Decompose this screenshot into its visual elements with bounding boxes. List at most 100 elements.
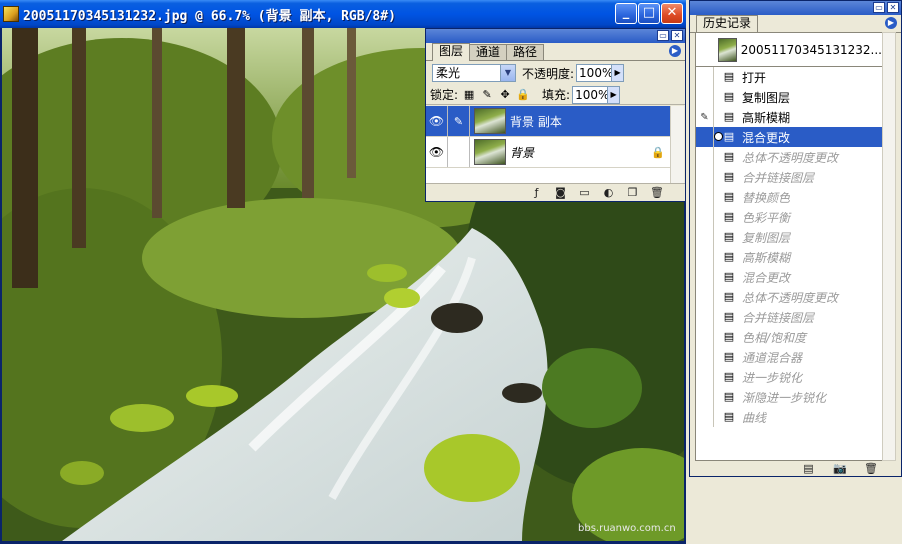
history-item-label: 进一步锐化	[742, 370, 803, 385]
history-source-slot[interactable]	[696, 207, 714, 227]
layer-thumbnail	[474, 108, 506, 134]
history-source-slot[interactable]	[696, 167, 714, 187]
layer-style-icon[interactable]: ƒ	[530, 186, 543, 199]
tab-history[interactable]: 历史记录	[696, 15, 759, 33]
history-item-label: 混合更改	[742, 130, 791, 145]
palette-close-button[interactable]: ✕	[887, 2, 899, 13]
history-source-slot[interactable]	[696, 307, 714, 327]
history-step-icon: ▤	[723, 370, 735, 383]
blend-mode-select[interactable]: 柔光 ▼	[432, 64, 516, 82]
history-item[interactable]: ▤ 合并链接图层	[696, 307, 882, 327]
history-source-slot[interactable]	[696, 187, 714, 207]
history-source-slot[interactable]	[696, 387, 714, 407]
trash-icon[interactable]: 🗑	[864, 462, 878, 475]
history-source-slot[interactable]	[696, 267, 714, 287]
add-mask-icon[interactable]: ◙	[554, 186, 567, 199]
history-item[interactable]: ▤ 复制图层	[696, 87, 882, 107]
adjustment-layer-icon[interactable]: ◐	[602, 186, 615, 199]
history-item[interactable]: ▤ 色相/饱和度	[696, 327, 882, 347]
brush-icon[interactable]: ✎	[448, 106, 470, 136]
layer-name: 背景	[510, 145, 535, 160]
history-item[interactable]: ▤ 通道混合器	[696, 347, 882, 367]
layers-palette-titlebar[interactable]: ▭ ✕	[426, 29, 685, 43]
history-item[interactable]: ▤ 合并链接图层	[696, 167, 882, 187]
layer-row-background-copy[interactable]: 👁 ✎ 背景 副本	[426, 106, 671, 137]
lock-transparency-icon[interactable]: ▦	[462, 88, 476, 102]
history-step-icon: ▤	[723, 230, 735, 243]
minimize-button[interactable]: _	[615, 3, 637, 24]
document-titlebar[interactable]: 20051170345131232.jpg @ 66.7% (背景 副本, RG…	[0, 0, 686, 28]
history-scrollbar[interactable]	[882, 32, 896, 461]
history-item[interactable]: ▤ 色彩平衡	[696, 207, 882, 227]
palette-minimize-button[interactable]: ▭	[657, 30, 669, 41]
lock-all-icon[interactable]: 🔒	[516, 88, 530, 102]
history-source-slot[interactable]	[696, 227, 714, 247]
history-item[interactable]: ▤ 曲线	[696, 407, 882, 427]
history-source-slot[interactable]	[696, 67, 714, 87]
history-item[interactable]: ✎ ▤ 高斯模糊	[696, 107, 882, 127]
history-item[interactable]: ▤ 渐隐进一步锐化	[696, 387, 882, 407]
history-item-label: 高斯模糊	[742, 250, 791, 265]
history-item[interactable]: ▤ 替换颜色	[696, 187, 882, 207]
history-source-slot[interactable]	[696, 147, 714, 167]
history-source-slot[interactable]	[696, 327, 714, 347]
maximize-button[interactable]: □	[638, 3, 660, 24]
history-state-pointer-icon[interactable]	[714, 132, 723, 141]
history-source-slot[interactable]	[696, 367, 714, 387]
trash-icon[interactable]: 🗑	[650, 186, 664, 199]
tab-layers[interactable]: 图层	[432, 43, 471, 61]
tab-paths[interactable]: 路径	[506, 44, 545, 60]
history-source-slot[interactable]	[696, 347, 714, 367]
history-source-slot[interactable]	[696, 247, 714, 267]
lock-icon: 🔒	[651, 145, 665, 159]
history-step-icon: ▤	[723, 310, 735, 323]
history-item-label: 总体不透明度更改	[742, 150, 839, 165]
history-item[interactable]: ▤ 混合更改	[696, 127, 882, 147]
history-snapshot[interactable]: 20051170345131232...	[696, 33, 882, 67]
history-item[interactable]: ▤ 打开	[696, 67, 882, 87]
layer-row-background[interactable]: 👁 背景 🔒	[426, 137, 671, 168]
history-item[interactable]: ▤ 进一步锐化	[696, 367, 882, 387]
opacity-slider-arrow-icon[interactable]: ▶	[611, 65, 624, 81]
history-source-slot[interactable]	[696, 87, 714, 107]
new-group-icon[interactable]: ▭	[578, 186, 591, 199]
fill-slider-arrow-icon[interactable]: ▶	[607, 86, 620, 103]
eye-icon[interactable]: 👁	[426, 137, 448, 167]
watermark-text: bbs.ruanwo.com.cn	[578, 523, 676, 534]
history-item[interactable]: ▤ 复制图层	[696, 227, 882, 247]
history-source-slot[interactable]	[696, 127, 714, 147]
history-source-slot[interactable]	[696, 407, 714, 427]
palette-menu-arrow-icon[interactable]: ▶	[669, 45, 681, 57]
palette-menu-arrow-icon[interactable]: ▶	[885, 17, 897, 29]
eye-icon[interactable]: 👁	[426, 106, 448, 136]
history-item-label: 打开	[742, 70, 767, 85]
history-brush-icon[interactable]: ✎	[696, 107, 714, 127]
document-title: 20051170345131232.jpg @ 66.7% (背景 副本, RG…	[23, 8, 396, 24]
palette-close-button[interactable]: ✕	[671, 30, 683, 41]
palette-minimize-button[interactable]: ▭	[873, 2, 885, 13]
tab-channels[interactable]: 通道	[469, 44, 508, 60]
layers-scrollbar[interactable]	[670, 106, 684, 184]
close-button[interactable]: ✕	[661, 3, 683, 24]
lock-fill-row: 锁定: ▦ ✎ ✥ 🔒 填充: 100% ▶	[426, 85, 685, 105]
history-item[interactable]: ▤ 总体不透明度更改	[696, 147, 882, 167]
lock-pixels-icon[interactable]: ✎	[480, 88, 494, 102]
fill-value: 100%	[575, 87, 610, 102]
fill-field[interactable]: 100% ▶	[572, 85, 621, 104]
history-item[interactable]: ▤ 混合更改	[696, 267, 882, 287]
history-item[interactable]: ▤ 高斯模糊	[696, 247, 882, 267]
new-document-icon[interactable]: ▤	[802, 462, 815, 475]
history-item[interactable]: ▤ 总体不透明度更改	[696, 287, 882, 307]
history-item-label: 色相/饱和度	[742, 330, 807, 345]
history-palette-titlebar[interactable]: ▭ ✕	[690, 1, 901, 15]
lock-position-icon[interactable]: ✥	[498, 88, 512, 102]
layers-tabs: 图层 通道 路径 ▶	[426, 43, 685, 61]
history-source-slot[interactable]	[696, 287, 714, 307]
link-slot[interactable]	[448, 137, 470, 167]
snapshot-camera-icon[interactable]: 📷	[833, 462, 847, 475]
opacity-field[interactable]: 100% ▶	[576, 64, 625, 82]
new-layer-icon[interactable]: ❐	[626, 186, 639, 199]
snapshot-name: 20051170345131232...	[740, 42, 882, 57]
chevron-down-icon[interactable]: ▼	[500, 65, 515, 81]
history-step-icon: ▤	[723, 170, 735, 183]
